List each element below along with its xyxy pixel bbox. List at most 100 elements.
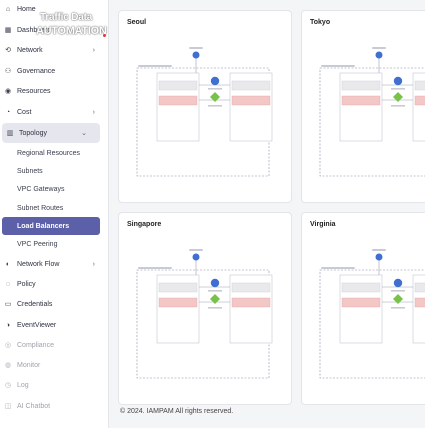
resource-box <box>341 95 381 106</box>
vpc-label-placeholder <box>138 267 172 269</box>
sidebar-subitem-load-balancers[interactable]: Load Balancers <box>2 217 100 235</box>
logo-line-1: Traffic Data <box>40 12 93 23</box>
sidebar-item-network-flow[interactable]: ◐ Network Flow › <box>0 254 108 274</box>
sidebar-item-label: Governance <box>17 67 56 75</box>
sidebar-item-label: EventViewer <box>17 321 57 329</box>
sidebar-item-ai-chatbot[interactable]: ◫ AI Chatbot <box>0 396 108 416</box>
internet-gateway-node <box>192 51 200 59</box>
router-node <box>393 92 403 102</box>
sidebar-item-label: Topology <box>19 129 48 137</box>
compliance-icon: ◎ <box>4 342 12 349</box>
node-label-placeholder <box>208 307 222 309</box>
sidebar-subitem-regional-resources[interactable]: Regional Resources <box>0 144 108 162</box>
node-label-placeholder <box>189 47 203 49</box>
internet-gateway-node <box>375 51 383 59</box>
resource-box <box>414 297 425 308</box>
sidebar-item-label: Home <box>17 5 36 13</box>
sidebar-item-resources[interactable]: ◉ Resources <box>0 81 108 101</box>
sidebar-item-topology[interactable]: ▥ Topology ⌄ <box>2 123 100 143</box>
node-label-placeholder <box>208 105 222 107</box>
internet-gateway-node <box>375 253 383 261</box>
resource-box <box>158 297 198 308</box>
ai-chatbot-icon: ◫ <box>4 403 12 410</box>
chevron-right-icon: › <box>92 46 95 54</box>
sidebar-subitem-label: VPC Gateways <box>17 185 65 193</box>
network-flow-icon: ◐ <box>5 260 11 268</box>
resource-box <box>158 80 198 91</box>
node-label-placeholder <box>372 249 386 251</box>
sidebar-item-label: Log <box>17 381 29 389</box>
dashboard-icon: ▦ <box>4 27 12 34</box>
resource-box <box>231 297 271 308</box>
credentials-icon: ▭ <box>4 301 12 308</box>
home-icon: ⌂ <box>5 5 11 13</box>
router-node <box>210 294 220 304</box>
sidebar-subitem-label: Subnets <box>17 167 43 175</box>
resource-box <box>231 80 271 91</box>
sidebar-subitem-subnets[interactable]: Subnets <box>0 162 108 180</box>
sidebar-item-label: Resources <box>17 87 51 95</box>
sidebar-subitem-label: Subnet Routes <box>17 204 64 212</box>
log-icon: ◷ <box>4 382 12 389</box>
vpc-label-placeholder <box>321 65 355 67</box>
resource-box <box>231 95 271 106</box>
topology-diagram <box>136 47 273 177</box>
node-label-placeholder <box>189 249 203 251</box>
sidebar-subitem-vpc-peering[interactable]: VPC Peering <box>0 235 108 253</box>
sidebar-item-policy[interactable]: ◌ Policy <box>0 274 108 294</box>
chevron-right-icon: › <box>92 108 95 116</box>
sidebar-item-cost[interactable]: ◔ Cost › <box>0 102 108 122</box>
vpc-label-placeholder <box>321 267 355 269</box>
logo-dot <box>103 34 106 37</box>
node-label-placeholder <box>391 290 405 292</box>
main-content: Seoul Tokyo Singapore Virginia <box>108 0 425 428</box>
node-label-placeholder <box>391 307 405 309</box>
load-balancer-node <box>393 278 403 288</box>
sidebar-item-log[interactable]: ◷ Log <box>0 375 108 395</box>
sidebar-item-label: Monitor <box>17 361 41 369</box>
resource-box <box>341 80 381 91</box>
region-card-tokyo[interactable]: Tokyo <box>301 10 425 203</box>
resources-icon: ◉ <box>4 88 12 95</box>
sidebar-item-eventviewer[interactable]: ◑ EventViewer <box>0 315 108 335</box>
resource-box <box>341 297 381 308</box>
vpc-label-placeholder <box>138 65 172 67</box>
sidebar-item-label: Network <box>17 46 43 54</box>
resource-box <box>231 282 271 293</box>
footer-copyright: © 2024. IAMPAM All rights reserved. <box>120 408 234 415</box>
cost-icon: ◔ <box>5 108 11 116</box>
sidebar-subitem-subnet-routes[interactable]: Subnet Routes <box>0 199 108 217</box>
sidebar-item-label: Cost <box>17 108 32 116</box>
region-card-seoul[interactable]: Seoul <box>118 10 292 203</box>
sidebar-subitem-label: Load Balancers <box>17 222 70 230</box>
sidebar-subitem-label: Regional Resources <box>17 149 81 157</box>
load-balancer-node <box>393 76 403 86</box>
resource-box <box>341 282 381 293</box>
topology-icon: ▥ <box>6 130 14 137</box>
internet-gateway-node <box>192 253 200 261</box>
sidebar-item-credentials[interactable]: ▭ Credentials <box>0 294 108 314</box>
policy-icon: ◌ <box>5 280 11 288</box>
monitor-icon: ◍ <box>4 362 12 369</box>
sidebar-item-network[interactable]: ⟲ Network › <box>0 40 108 60</box>
node-label-placeholder <box>208 88 222 90</box>
app-logo[interactable]: Traffic Data AUTOMATION <box>36 11 108 41</box>
resource-box <box>158 95 198 106</box>
sidebar-item-label: Network Flow <box>17 260 60 268</box>
sidebar-item-compliance[interactable]: ◎ Compliance <box>0 335 108 355</box>
load-balancer-node <box>210 278 220 288</box>
sidebar-item-monitor[interactable]: ◍ Monitor <box>0 355 108 375</box>
sidebar-subitem-vpc-gateways[interactable]: VPC Gateways <box>0 180 108 198</box>
node-label-placeholder <box>391 88 405 90</box>
region-card-virginia[interactable]: Virginia <box>301 212 425 405</box>
topology-diagram <box>136 249 273 379</box>
sidebar-item-label: Policy <box>17 280 36 288</box>
logo-line-2: AUTOMATION <box>36 25 107 37</box>
node-label-placeholder <box>391 105 405 107</box>
load-balancer-node <box>210 76 220 86</box>
sidebar-subitem-label: VPC Peering <box>17 240 58 248</box>
sidebar-item-label: AI Chatbot <box>17 402 51 410</box>
region-card-singapore[interactable]: Singapore <box>118 212 292 405</box>
governance-icon: ⚇ <box>4 68 12 75</box>
sidebar-item-governance[interactable]: ⚇ Governance <box>0 61 108 81</box>
